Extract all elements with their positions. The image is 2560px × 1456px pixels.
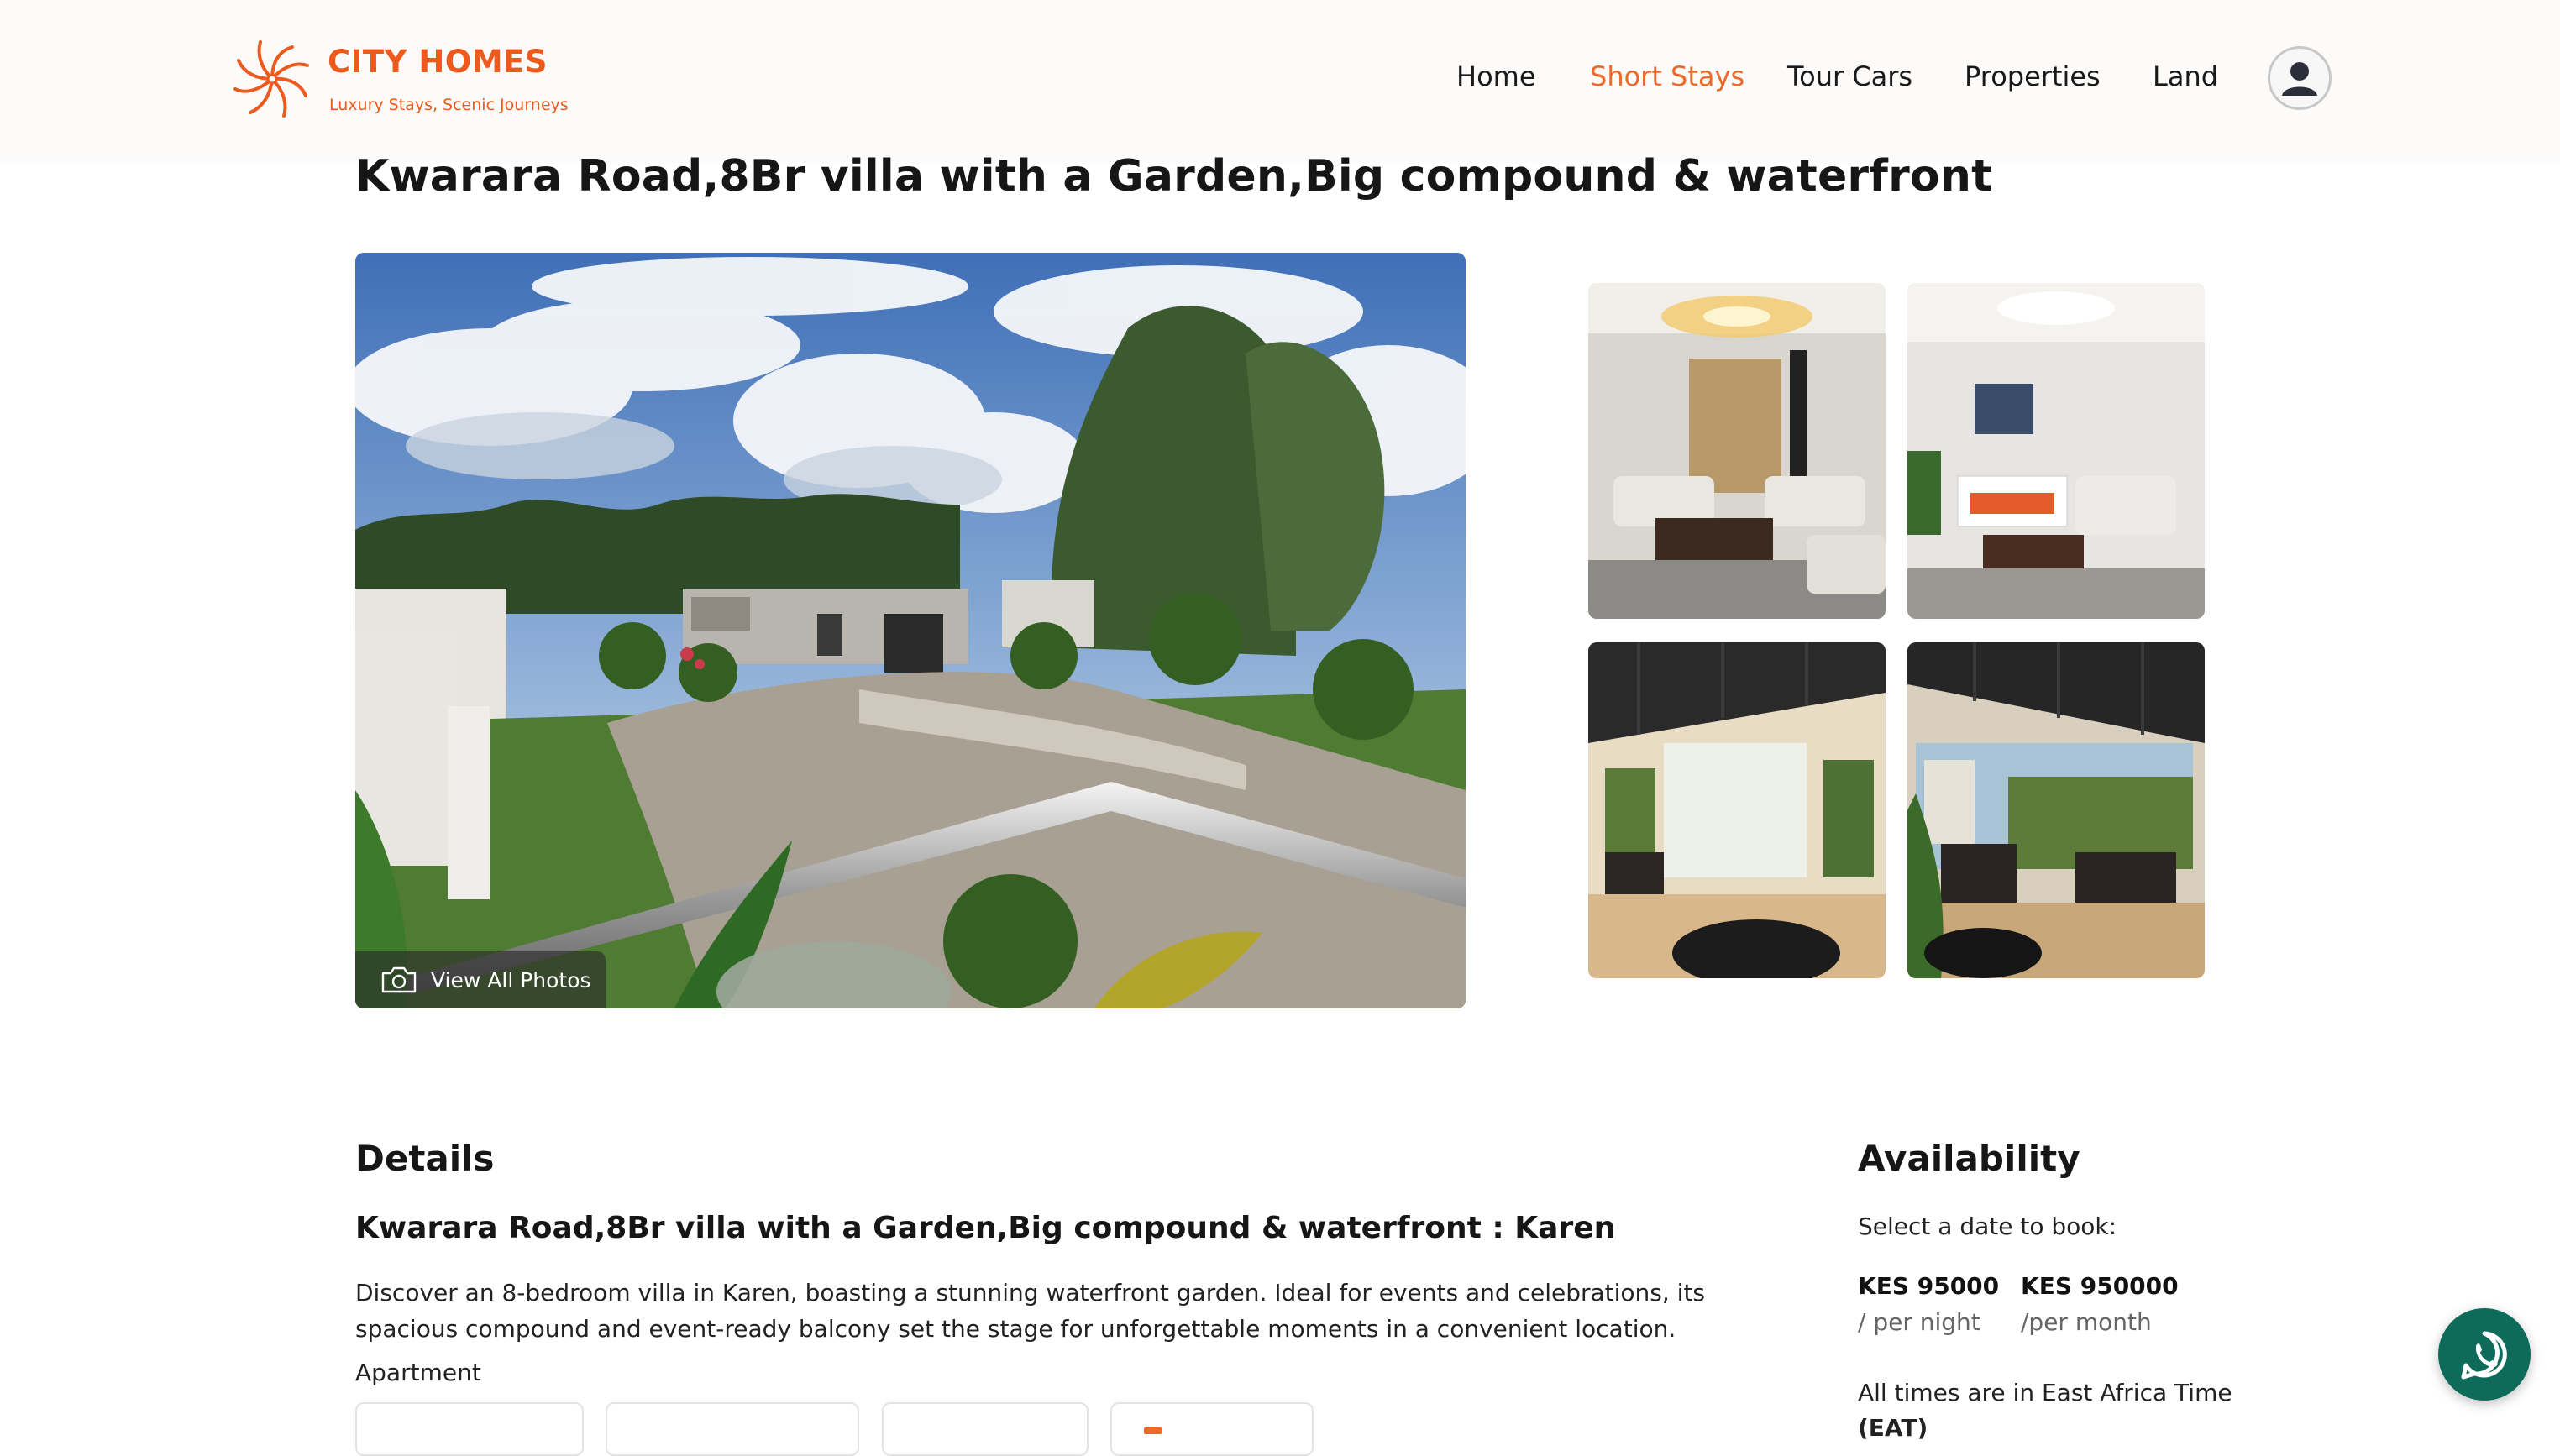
living-room-photo xyxy=(1588,283,1886,619)
nav-properties[interactable]: Properties xyxy=(1965,60,2101,92)
price-per-night-amount: KES 95000 xyxy=(1858,1272,2000,1300)
user-avatar-button[interactable] xyxy=(2268,46,2332,110)
select-date-label: Select a date to book: xyxy=(1858,1212,2117,1240)
nav-land[interactable]: Land xyxy=(2153,60,2218,92)
villa-garden-photo xyxy=(355,253,1466,1008)
site-header: CITY HOMES Luxury Stays, Scenic Journeys… xyxy=(0,0,2560,160)
main-photo[interactable]: View All Photos xyxy=(355,253,1466,1008)
thumbnail-living-room-fireplace[interactable] xyxy=(1907,283,2205,619)
whatsapp-button[interactable] xyxy=(2438,1308,2531,1401)
covered-terrace-photo xyxy=(1588,642,1886,978)
covered-terrace-lounge-photo xyxy=(1907,642,2205,978)
view-all-photos-button[interactable]: View All Photos xyxy=(355,951,606,1008)
amenity-chip xyxy=(1110,1402,1314,1456)
amenity-icon xyxy=(1144,1427,1162,1434)
timezone-abbr: (EAT) xyxy=(1858,1414,1928,1442)
view-all-photos-label: View All Photos xyxy=(431,967,591,992)
thumbnail-covered-terrace-lounge[interactable] xyxy=(1907,642,2205,978)
listing-title: Kwarara Road,8Br villa with a Garden,Big… xyxy=(355,151,1993,202)
nav-home[interactable]: Home xyxy=(1456,60,1536,92)
timezone-note-text: All times are in East Africa Time xyxy=(1858,1379,2232,1406)
property-type: Apartment xyxy=(355,1359,481,1386)
details-subtitle: Kwarara Road,8Br villa with a Garden,Big… xyxy=(355,1211,1616,1245)
price-per-month-amount: KES 950000 xyxy=(2021,1272,2179,1300)
availability-heading: Availability xyxy=(1858,1138,2080,1179)
price-per-night-unit: / per night xyxy=(1858,1308,1980,1336)
price-per-night: KES 95000 / per night xyxy=(1858,1268,2009,1340)
amenity-chip xyxy=(882,1402,1089,1456)
details-description: Discover an 8-bedroom villa in Karen, bo… xyxy=(355,1279,1706,1343)
thumbnail-living-room[interactable] xyxy=(1588,283,1886,619)
main-nav: Home Short Stays Tour Cars Properties La… xyxy=(0,60,2560,102)
nav-tour-cars[interactable]: Tour Cars xyxy=(1787,60,1912,92)
price-per-month-unit: /per month xyxy=(2021,1308,2152,1336)
timezone-note: All times are in East Africa Time (EAT) xyxy=(1858,1375,2253,1446)
user-avatar-icon xyxy=(2282,62,2317,96)
nav-short-stays[interactable]: Short Stays xyxy=(1590,60,1744,92)
thumbnail-covered-terrace[interactable] xyxy=(1588,642,1886,978)
amenity-chip xyxy=(606,1402,859,1456)
whatsapp-icon xyxy=(2461,1331,2507,1380)
camera-icon xyxy=(381,966,417,993)
living-room-fireplace-photo xyxy=(1907,283,2205,619)
amenity-chip xyxy=(355,1402,584,1456)
details-heading: Details xyxy=(355,1138,495,1179)
price-per-month: KES 950000 /per month xyxy=(2021,1268,2214,1340)
